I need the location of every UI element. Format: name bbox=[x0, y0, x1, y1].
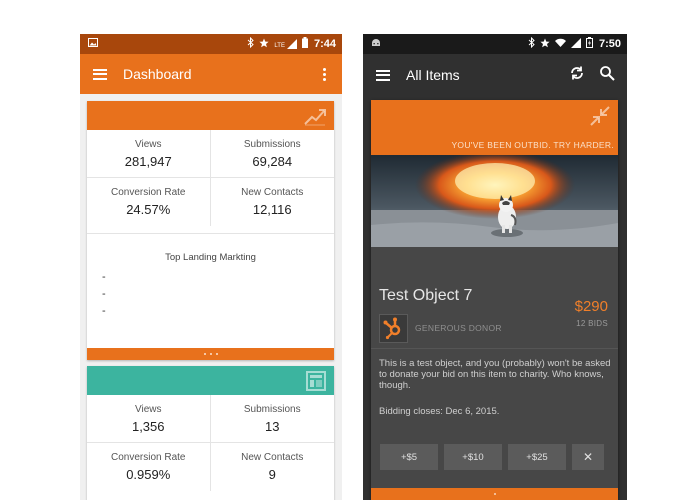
bid-buttons: +$5 +$10 +$25 ✕ bbox=[380, 444, 610, 470]
metrics-grid: Views 281,947 Submissions 69,284 Convers… bbox=[87, 130, 334, 226]
app-bar: Dashboard bbox=[80, 54, 342, 94]
list-item: - bbox=[102, 305, 106, 317]
landing-list: - - - bbox=[102, 269, 334, 320]
android-notification-icon bbox=[371, 38, 381, 50]
card-footer[interactable] bbox=[87, 348, 334, 360]
metric-value: 1,356 bbox=[131, 419, 165, 434]
metric-value: 281,947 bbox=[124, 154, 172, 169]
dismiss-button[interactable]: ✕ bbox=[572, 444, 604, 470]
donor-logo-icon bbox=[379, 314, 408, 343]
metric-label: New Contacts bbox=[241, 452, 304, 463]
list-item: - bbox=[102, 271, 106, 283]
metric-label: Views bbox=[135, 404, 162, 415]
lte-signal-icon: LTE bbox=[274, 39, 297, 49]
metric-conversion-rate: Conversion Rate 0.959% bbox=[87, 443, 211, 491]
metric-label: Submissions bbox=[243, 139, 301, 150]
metric-value: 0.959% bbox=[126, 467, 171, 482]
dashboard-card-secondary[interactable]: Views 1,356 Submissions 13 Conversion Ra… bbox=[87, 366, 334, 500]
layout-icon bbox=[306, 371, 326, 396]
status-bar: 7:50 bbox=[363, 34, 627, 54]
wifi-icon bbox=[554, 38, 566, 50]
bid-plus-25-button[interactable]: +$25 bbox=[508, 444, 566, 470]
metric-new-contacts: New Contacts 9 bbox=[211, 443, 335, 491]
donor-name: GENEROUS DONOR bbox=[415, 323, 502, 333]
item-description: This is a test object, and you (probably… bbox=[379, 358, 611, 391]
bid-plus-10-button[interactable]: +$10 bbox=[444, 444, 502, 470]
bluetooth-icon bbox=[528, 36, 535, 51]
search-icon[interactable] bbox=[599, 65, 615, 86]
card-header bbox=[87, 101, 334, 130]
auction-item-card[interactable]: YOU'VE BEEN OUTBID. TRY HARDER. Test Obj… bbox=[371, 100, 618, 500]
metric-views: Views 281,947 bbox=[87, 130, 211, 178]
image-notification-icon bbox=[88, 38, 98, 50]
dashboard-card-landing[interactable]: Views 281,947 Submissions 69,284 Convers… bbox=[87, 101, 334, 360]
metric-views: Views 1,356 bbox=[87, 395, 211, 443]
auction-phone: 7:50 All Items YOU'VE BEEN OUTBID. TRY H… bbox=[363, 34, 627, 500]
bid-plus-5-button[interactable]: +$5 bbox=[380, 444, 438, 470]
metric-label: Conversion Rate bbox=[111, 187, 186, 198]
metrics-grid: Views 1,356 Submissions 13 Conversion Ra… bbox=[87, 395, 334, 491]
bidding-closes: Bidding closes: Dec 6, 2015. bbox=[379, 406, 500, 417]
metric-label: New Contacts bbox=[241, 187, 304, 198]
item-price: $290 bbox=[574, 298, 608, 315]
metric-value: 12,116 bbox=[252, 202, 292, 217]
metric-value: 13 bbox=[265, 419, 280, 434]
star-icon bbox=[259, 38, 270, 51]
trending-up-icon bbox=[304, 106, 326, 131]
battery-icon bbox=[585, 37, 593, 51]
status-time: 7:44 bbox=[313, 38, 336, 50]
collapse-icon[interactable] bbox=[590, 106, 610, 131]
item-header: YOU'VE BEEN OUTBID. TRY HARDER. bbox=[371, 100, 618, 155]
metric-label: Submissions bbox=[243, 404, 301, 415]
metric-submissions: Submissions 69,284 bbox=[210, 130, 334, 178]
metric-value: 69,284 bbox=[252, 154, 293, 169]
card-footer[interactable] bbox=[371, 488, 618, 500]
dashboard-phone: LTE 7:44 Dashboard Views 281,947 Submiss… bbox=[80, 34, 342, 500]
section-title: Top Landing Markting bbox=[165, 252, 256, 263]
app-bar: All Items bbox=[363, 54, 627, 96]
status-bar: LTE 7:44 bbox=[80, 34, 342, 54]
menu-icon[interactable] bbox=[93, 68, 107, 80]
network-type-label: LTE bbox=[274, 43, 285, 49]
bluetooth-icon bbox=[247, 36, 255, 51]
overflow-menu-icon[interactable] bbox=[323, 67, 326, 81]
item-title: Test Object 7 bbox=[379, 287, 473, 304]
item-photo bbox=[371, 155, 618, 247]
metric-conversion-rate: Conversion Rate 24.57% bbox=[87, 178, 211, 226]
list-item: - bbox=[102, 288, 106, 300]
metric-label: Conversion Rate bbox=[111, 452, 186, 463]
page-title: All Items bbox=[406, 67, 460, 83]
menu-icon[interactable] bbox=[376, 69, 390, 81]
metric-value: 24.57% bbox=[126, 202, 171, 217]
outbid-banner: YOU'VE BEEN OUTBID. TRY HARDER. bbox=[451, 140, 614, 150]
card-header bbox=[87, 366, 334, 395]
metric-label: Views bbox=[135, 139, 162, 150]
metric-new-contacts: New Contacts 12,116 bbox=[211, 178, 335, 226]
divider bbox=[371, 348, 618, 349]
battery-icon bbox=[301, 37, 308, 51]
refresh-icon[interactable] bbox=[569, 65, 585, 86]
page-title: Dashboard bbox=[123, 66, 192, 82]
metric-submissions: Submissions 13 bbox=[210, 395, 334, 443]
star-icon bbox=[540, 38, 550, 51]
bid-count: 12 BIDS bbox=[576, 319, 608, 328]
signal-icon bbox=[570, 37, 581, 51]
status-time: 7:50 bbox=[598, 38, 621, 50]
metric-value: 9 bbox=[268, 467, 276, 482]
